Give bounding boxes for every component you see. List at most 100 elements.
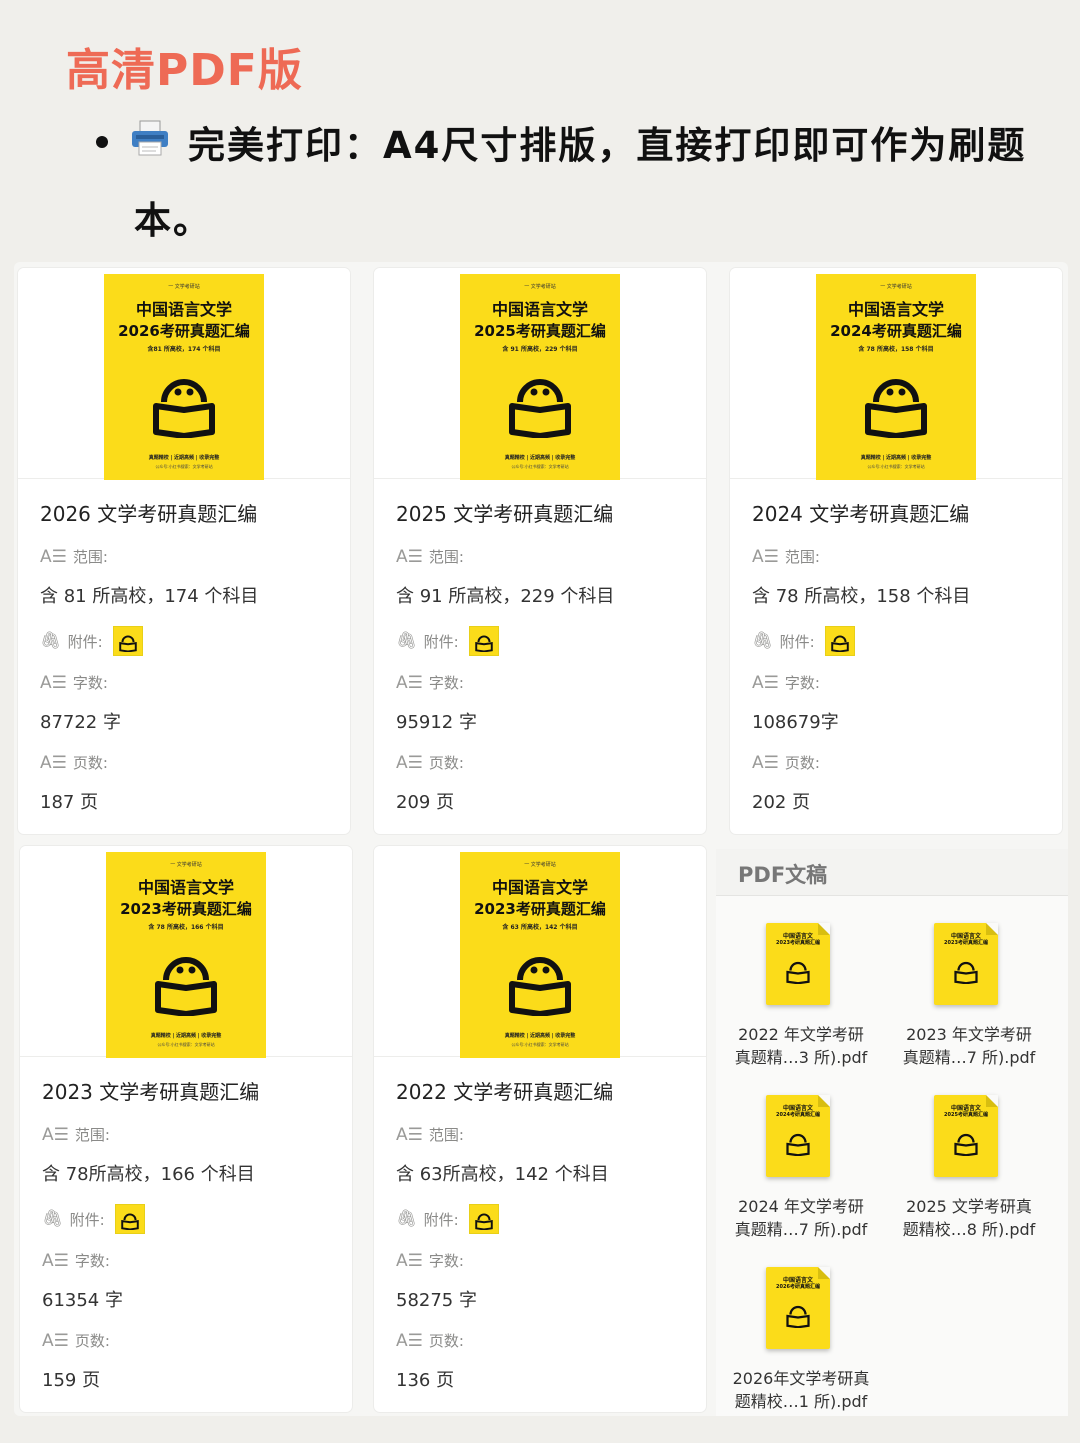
pdf-panel-header: PDF文稿: [716, 849, 1068, 896]
cover-title-line2: 2023考研真题汇编: [120, 900, 252, 918]
attachment-label-text: 附件:: [423, 1210, 459, 1229]
words-label-text: 字数:: [72, 674, 108, 692]
cover-subtitle: 含81 所高校，174 个科目: [147, 346, 221, 353]
pages-label-text: 页数:: [428, 754, 464, 772]
card-title[interactable]: 2022 文学考研真题汇编: [396, 1076, 613, 1105]
card-title[interactable]: 2026 文学考研真题汇编: [40, 498, 257, 527]
text-property-icon: A☰: [396, 546, 423, 567]
gallery-card[interactable]: 一 文学考研站 中国语言文学 2025考研真题汇编 含 91 所高校，229 个…: [374, 268, 706, 834]
card-title[interactable]: 2025 文学考研真题汇编: [396, 498, 613, 527]
cover-footer-small: 公众号:小红书搜索：文学考研站: [155, 464, 213, 469]
doc-subtitle: 2025考研真题汇编: [944, 1112, 988, 1118]
bullet-dot: [96, 136, 108, 148]
card-title[interactable]: 2024 文学考研真题汇编: [752, 498, 969, 527]
text-property-icon: A☰: [396, 1330, 423, 1351]
card-title[interactable]: 2023 文学考研真题汇编: [42, 1076, 259, 1105]
file-name-line2: 真题精…7 所).pdf: [902, 1048, 1036, 1067]
range-label-text: 范围:: [74, 1126, 110, 1144]
pdf-file-name: 2026年文学考研真 题精校…1 所).pdf: [716, 1367, 886, 1413]
gallery-card[interactable]: 一 文学考研站 中国语言文学 2024考研真题汇编 含 78 所高校，158 个…: [730, 268, 1062, 834]
attachment-label: 🖇 附件:: [752, 626, 855, 656]
doc-subtitle: 2026考研真题汇编: [776, 1284, 820, 1290]
range-value: 含 63所高校，142 个科目: [396, 1164, 609, 1185]
cover-tag: 一 文学考研站: [524, 284, 556, 290]
words-label-text: 字数:: [428, 674, 464, 692]
cover-title-line2: 2023考研真题汇编: [474, 900, 606, 918]
cover-footer: 真题精校 | 近期高频 | 收录完整: [150, 1033, 222, 1039]
pages-label-text: 页数:: [784, 754, 820, 772]
card-cover-area: 一 文学考研站 中国语言文学 2023考研真题汇编 含 78 所高校，166 个…: [20, 846, 352, 1058]
pdf-file-name: 2023 年文学考研 真题精…7 所).pdf: [884, 1023, 1054, 1069]
attachment-label-text: 附件:: [779, 632, 815, 651]
text-property-icon: A☰: [396, 672, 423, 693]
attachment-thumbnail[interactable]: [824, 626, 855, 656]
book-cover: 一 文学考研站 中国语言文学 2025考研真题汇编 含 91 所高校，229 个…: [460, 274, 620, 480]
gallery-card[interactable]: 一 文学考研站 中国语言文学 2023考研真题汇编 含 78 所高校，166 个…: [20, 846, 352, 1412]
pdf-file-thumbnail: 中国语言文 2023考研真题汇编: [934, 923, 998, 1005]
cover-subtitle: 含 91 所高校，229 个科目: [502, 346, 578, 353]
words-value: 108679字: [752, 712, 839, 733]
cover-footer: 真题精校 | 近期高频 | 收录完整: [504, 455, 576, 461]
cover-subtitle: 含 63 所高校，142 个科目: [502, 924, 578, 931]
range-label: A☰ 范围:: [396, 546, 464, 567]
attachment-thumbnail[interactable]: [112, 626, 143, 656]
text-property-icon: A☰: [396, 1250, 423, 1271]
doc-subtitle: 2024考研真题汇编: [776, 1112, 820, 1118]
cover-tag: 一 文学考研站: [170, 862, 202, 868]
pages-label: A☰ 页数:: [42, 1330, 110, 1351]
cover-title-line1: 中国语言文学: [847, 300, 944, 319]
attachment-thumbnail[interactable]: [468, 626, 499, 656]
file-name-line2: 题精校…1 所).pdf: [734, 1392, 868, 1411]
file-name-line1: 2024 年文学考研: [738, 1197, 864, 1216]
cover-footer: 真题精校 | 近期高频 | 收录完整: [148, 455, 220, 461]
cover-tag: 一 文学考研站: [880, 284, 912, 290]
file-name-line1: 2022 年文学考研: [738, 1025, 864, 1044]
pdf-file-thumbnail: 中国语言文 2026考研真题汇编: [766, 1267, 830, 1349]
cover-footer-small: 公众号:小红书搜索：文学考研站: [157, 1042, 215, 1047]
paperclip-icon: 🖇: [752, 631, 774, 651]
cover-subtitle: 含 78 所高校，166 个科目: [148, 924, 224, 931]
attachment-thumbnail[interactable]: [114, 1204, 145, 1234]
words-label: A☰ 字数:: [396, 672, 464, 693]
pages-label: A☰ 页数:: [396, 752, 464, 773]
paperclip-icon: 🖇: [42, 1209, 64, 1229]
cover-footer: 真题精校 | 近期高频 | 收录完整: [860, 455, 932, 461]
mascot-icon: [786, 961, 810, 984]
range-label: A☰ 范围:: [40, 546, 108, 567]
range-label-text: 范围:: [428, 1126, 464, 1144]
words-value: 58275 字: [396, 1290, 477, 1311]
card-cover-area: 一 文学考研站 中国语言文学 2024考研真题汇编 含 78 所高校，158 个…: [730, 268, 1062, 480]
pages-label-text: 页数:: [72, 754, 108, 772]
doc-subtitle: 2023考研真题汇编: [944, 940, 988, 946]
pages-value: 136 页: [396, 1370, 455, 1391]
pdf-panel-title: PDF文稿: [738, 863, 828, 887]
pdf-file-name: 2024 年文学考研 真题精…7 所).pdf: [716, 1195, 886, 1241]
words-label: A☰ 字数:: [42, 1250, 110, 1271]
cover-subtitle: 含 78 所高校，158 个科目: [858, 346, 934, 353]
attachment-label-text: 附件:: [423, 632, 459, 651]
cover-title-line2: 2026考研真题汇编: [118, 322, 250, 340]
paperclip-icon: 🖇: [40, 631, 62, 651]
words-value: 87722 字: [40, 712, 121, 733]
file-name-line2: 真题精…7 所).pdf: [734, 1220, 868, 1239]
file-name-line1: 2026年文学考研真: [732, 1369, 870, 1388]
text-property-icon: A☰: [40, 752, 67, 773]
range-value: 含 91 所高校，229 个科目: [396, 586, 615, 607]
text-property-icon: A☰: [396, 752, 423, 773]
pdf-file-thumbnail: 中国语言文 2025考研真题汇编: [934, 1095, 998, 1177]
attachment-thumbnail[interactable]: [468, 1204, 499, 1234]
book-cover: 一 文学考研站 中国语言文学 2023考研真题汇编 含 78 所高校，166 个…: [106, 852, 266, 1058]
cover-title-line1: 中国语言文学: [135, 300, 232, 319]
mascot-icon: [954, 1133, 978, 1156]
attachment-label: 🖇 附件:: [42, 1204, 145, 1234]
words-label-text: 字数:: [784, 674, 820, 692]
cover-title-line1: 中国语言文学: [491, 300, 588, 319]
cover-footer-small: 公众号:小红书搜索：文学考研站: [511, 464, 569, 469]
mascot-icon: [786, 1305, 810, 1328]
gallery-card[interactable]: 一 文学考研站 中国语言文学 2023考研真题汇编 含 63 所高校，142 个…: [374, 846, 706, 1412]
gallery-card[interactable]: 一 文学考研站 中国语言文学 2026考研真题汇编 含81 所高校，174 个科…: [18, 268, 350, 834]
text-property-icon: A☰: [42, 1330, 69, 1351]
page-heading: 高清PDF版: [66, 45, 303, 96]
paperclip-icon: 🖇: [396, 1209, 418, 1229]
text-property-icon: A☰: [396, 1124, 423, 1145]
